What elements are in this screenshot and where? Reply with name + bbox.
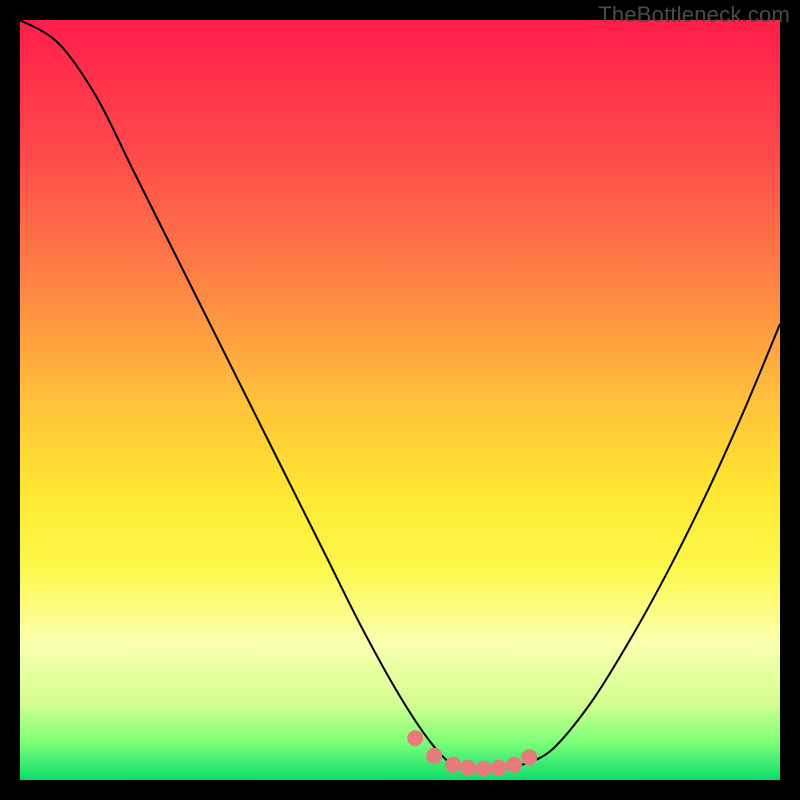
chart-frame: TheBottleneck.com xyxy=(0,0,800,800)
optimal-marker xyxy=(460,760,476,776)
bottleneck-curve xyxy=(20,20,780,769)
optimal-marker xyxy=(521,749,537,765)
optimal-marker xyxy=(476,761,492,777)
optimal-marker xyxy=(491,760,507,776)
optimal-marker xyxy=(426,748,442,764)
optimal-marker xyxy=(407,730,423,746)
curve-layer xyxy=(20,20,780,780)
optimal-marker xyxy=(506,757,522,773)
watermark-text: TheBottleneck.com xyxy=(598,2,790,28)
optimal-marker xyxy=(445,757,461,773)
